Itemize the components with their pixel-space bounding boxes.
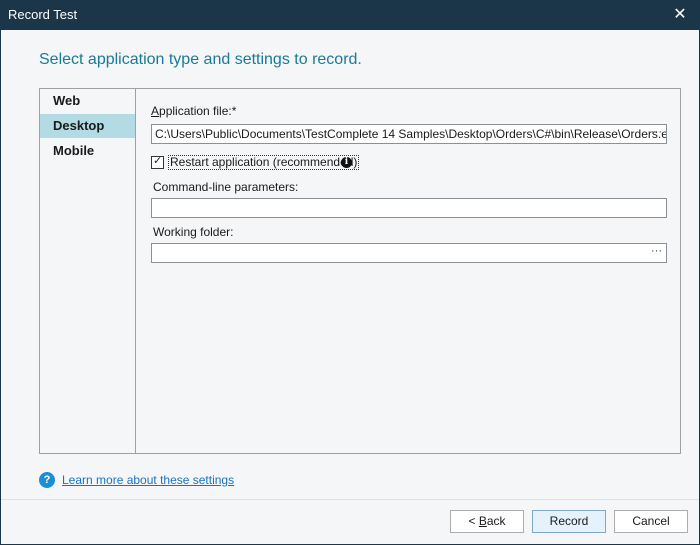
checkmark-icon: ✓ [153, 155, 163, 167]
restart-application-checkbox[interactable]: ✓ [151, 155, 164, 169]
accel-key: B [478, 514, 487, 528]
window-title: Record Test [8, 7, 78, 22]
working-folder-label: Working folder: [153, 225, 234, 239]
sidebar-item-desktop[interactable]: Desktop [40, 114, 135, 138]
label-text: pplication file:* [159, 104, 237, 118]
info-icon[interactable]: i [341, 157, 352, 168]
dialog-body: Select application type and settings to … [1, 30, 699, 544]
browse-button[interactable]: ··· [651, 244, 662, 260]
app-type-sidebar: Web Desktop Mobile [40, 89, 136, 453]
close-icon[interactable]: ✕ [672, 5, 688, 25]
working-folder-input[interactable]: ··· [151, 243, 667, 263]
settings-group: Web Desktop Mobile Application file:* C:… [39, 88, 681, 454]
back-prefix: < [468, 514, 479, 528]
sidebar-item-web[interactable]: Web [40, 89, 135, 113]
back-button[interactable]: < Back [450, 510, 524, 533]
help-icon: ? [39, 472, 55, 488]
learn-more-link[interactable]: Learn more about these settings [62, 473, 234, 487]
footer-divider [1, 499, 699, 500]
command-line-input[interactable] [151, 198, 667, 218]
page-heading: Select application type and settings to … [39, 51, 362, 68]
command-line-label: Command-line parameters: [153, 180, 299, 194]
title-bar: Record Test ✕ [0, 0, 700, 30]
sidebar-item-mobile[interactable]: Mobile [40, 139, 135, 163]
restart-application-label[interactable]: Restart application (recommended) [168, 155, 360, 170]
back-label: ack [486, 514, 506, 528]
application-file-value: C:\Users\Public\Documents\TestComplete 1… [155, 127, 667, 141]
application-file-input[interactable]: C:\Users\Public\Documents\TestComplete 1… [151, 124, 667, 144]
application-file-label: Application file:* [151, 104, 236, 118]
accel-key: A [151, 104, 160, 118]
cancel-button[interactable]: Cancel [614, 510, 688, 533]
browse-button[interactable]: ··· [651, 125, 662, 141]
record-button[interactable]: Record [532, 510, 606, 533]
